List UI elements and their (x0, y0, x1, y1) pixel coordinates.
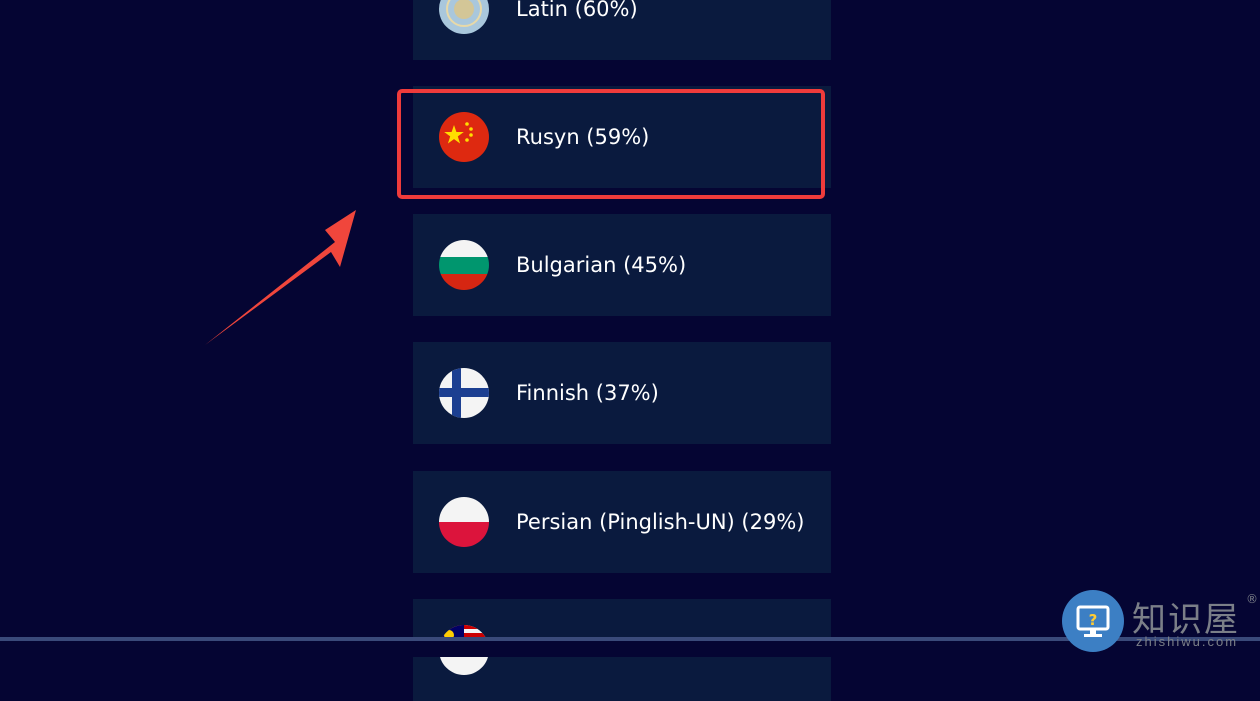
language-label: Rusyn (59%) (516, 125, 650, 149)
language-item-latin[interactable]: Latin (60%) (413, 0, 831, 60)
watermark: ? 知识屋 ® zhishiwu.com (1060, 588, 1260, 657)
language-item-finnish[interactable]: Finnish (37%) (413, 342, 831, 444)
latin-flag-icon (439, 0, 489, 34)
watermark-registered: ® (1246, 592, 1258, 606)
language-item-bulgarian[interactable]: Bulgarian (45%) (413, 214, 831, 316)
svg-text:?: ? (1089, 611, 1098, 629)
language-label: Latin (60%) (516, 0, 638, 21)
language-label: Persian (Pinglish-UN) (29%) (516, 510, 805, 534)
watermark-logo: ? (1062, 590, 1124, 652)
language-label: Finnish (37%) (516, 381, 659, 405)
watermark-domain: zhishiwu.com (1136, 634, 1239, 649)
pointer-arrow (205, 210, 356, 345)
language-item-rusyn[interactable]: Rusyn (59%) (413, 86, 831, 188)
poland-flag-icon (439, 497, 489, 547)
china-flag-icon (439, 112, 489, 162)
language-item-persian[interactable]: Persian (Pinglish-UN) (29%) (413, 471, 831, 573)
finland-flag-icon (439, 368, 489, 418)
bulgaria-flag-icon (439, 240, 489, 290)
language-label: Bulgarian (45%) (516, 253, 687, 277)
